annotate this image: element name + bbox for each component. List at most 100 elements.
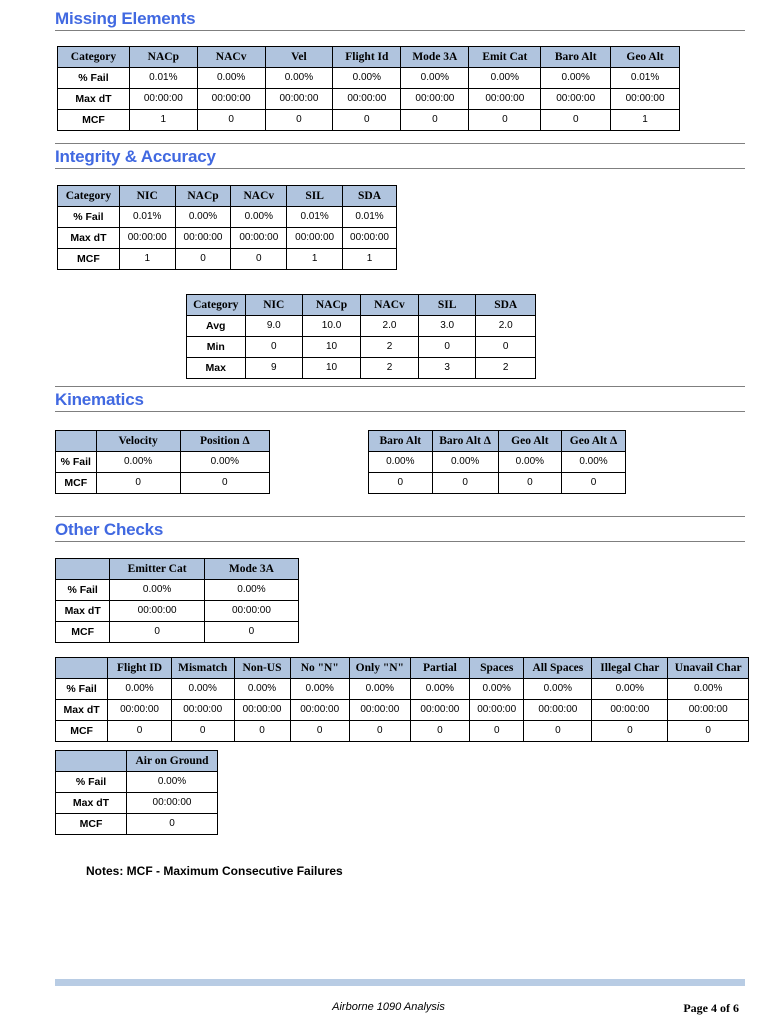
column-header: Non-US [233, 657, 291, 679]
data-cell: 0.00% [196, 67, 266, 89]
data-cell: 0 [109, 621, 205, 643]
data-cell: 0 [244, 336, 304, 358]
data-cell: 0.01% [118, 206, 176, 228]
data-cell: 00:00:00 [332, 88, 402, 110]
table-row: Max 9 10 2 3 2 [186, 357, 536, 379]
data-cell: 00:00:00 [523, 699, 593, 721]
data-cell: 0 [431, 472, 499, 494]
data-cell: 0.00% [109, 579, 205, 601]
data-cell: 1 [128, 109, 198, 131]
section-missing-elements: Missing Elements [55, 6, 745, 31]
data-cell: 0 [174, 248, 232, 270]
table-kinematics-altitude: Baro Alt Baro Alt Δ Geo Alt Geo Alt Δ 0.00% 0… [368, 430, 626, 494]
row-header-cell: Avg [186, 315, 246, 337]
data-cell: 0 [667, 720, 749, 742]
section-rule [55, 411, 745, 412]
data-cell: 00:00:00 [342, 227, 397, 249]
data-cell: 0.00% [264, 67, 334, 89]
column-header: Flight ID [107, 657, 172, 679]
data-cell: 0.00% [431, 451, 499, 473]
data-cell: 0 [540, 109, 612, 131]
data-cell: 00:00:00 [286, 227, 344, 249]
data-cell: 0.00% [368, 451, 433, 473]
column-header: Geo Alt [610, 46, 680, 68]
data-cell: 0.00% [497, 451, 563, 473]
section-title-other-checks: Other Checks [55, 520, 164, 539]
table-integrity-fail: Category NIC NACp NACv SIL SDA% Fail 0.01% 0.00… [57, 185, 397, 270]
table-row: MCF 0 0 [54, 621, 300, 643]
data-cell: 0.00% [561, 451, 626, 473]
column-header: Unavail Char [667, 657, 749, 679]
section-kinematics: Kinematics [55, 386, 745, 412]
column-header: Baro Alt Δ [431, 430, 499, 452]
row-header-cell: MCF [54, 720, 109, 742]
data-cell: 00:00:00 [174, 227, 232, 249]
data-cell: 0 [591, 720, 669, 742]
data-cell: 0 [469, 720, 525, 742]
data-cell: 00:00:00 [348, 699, 411, 721]
column-header: Only "N" [348, 657, 411, 679]
section-rule [55, 541, 745, 542]
table-header-row: Flight ID Mismatch Non-US No "N" Only "N" Par… [54, 657, 749, 679]
table-row: Max dT 00:00:00 00:00:00 00:00:00 00:00:00 00… [57, 88, 680, 110]
column-header: Mode 3A [203, 558, 300, 580]
table-row: MCF 1 0 0 0 0 0 0 1 [57, 109, 680, 131]
column-header: Emitter Cat [109, 558, 205, 580]
data-cell: 0 [332, 109, 402, 131]
column-header-blank [55, 430, 97, 452]
data-cell: 9.0 [244, 315, 304, 337]
row-header-cell: % Fail [55, 771, 127, 793]
data-cell: 0.00% [400, 67, 470, 89]
data-cell: 3 [417, 357, 477, 379]
table-row: Max dT 00:00:00 00:00:00 00:00:00 00:00:00 00… [54, 699, 749, 721]
data-cell: 0.00% [203, 579, 300, 601]
section-title-integrity-accuracy: Integrity & Accuracy [55, 147, 216, 166]
column-header: Geo Alt [497, 430, 563, 452]
data-cell: 0.01% [610, 67, 680, 89]
column-header: Spaces [469, 657, 525, 679]
data-cell: 10.0 [302, 315, 362, 337]
footer-page-number: Page 4 of 6 [683, 1001, 739, 1015]
data-cell: 1 [286, 248, 344, 270]
column-header: Emit Cat [468, 46, 542, 68]
column-header: NACv [360, 294, 419, 316]
row-header-cell: Max [186, 357, 246, 379]
column-header: NACv [230, 185, 288, 207]
table-other-emitter-mode: Emitter Cat Mode 3A% Fail 0.00% 0.00% Max dT… [54, 558, 300, 643]
column-header-blank [55, 750, 127, 772]
column-header: Geo Alt Δ [561, 430, 626, 452]
table-row: % Fail 0.01% 0.00% 0.00% 0.00% 0.00% 0.00% 0.00… [57, 67, 680, 89]
data-cell: 0.00% [469, 678, 525, 700]
data-cell: 3.0 [417, 315, 477, 337]
column-header: SIL [417, 294, 477, 316]
data-cell: 00:00:00 [118, 227, 176, 249]
table-row: MCF 0 0 0 0 0 0 0 0 0 0 [54, 720, 749, 742]
column-header: Category [57, 46, 130, 68]
data-cell: 0 [264, 109, 334, 131]
data-cell: 00:00:00 [203, 600, 300, 622]
data-cell: 1 [342, 248, 397, 270]
column-header: Category [57, 185, 120, 207]
column-header-blank [54, 558, 111, 580]
table-row: % Fail 0.00% 0.00% [54, 579, 300, 601]
section-other-checks: Other Checks [55, 516, 745, 542]
table-header-row: Emitter Cat Mode 3A [54, 558, 300, 580]
column-header: Baro Alt [540, 46, 612, 68]
row-header-cell: % Fail [57, 67, 130, 89]
data-cell: 0.00% [230, 206, 288, 228]
column-header: SDA [475, 294, 536, 316]
table-row: 0000 [368, 472, 626, 494]
table-row: Max dT 00:00:00 [55, 792, 218, 814]
row-header-cell: Max dT [57, 227, 120, 249]
data-cell: 0.00% [409, 678, 471, 700]
table-header-row: Category NACp NACv Vel Flight Id Mode 3A Emit … [57, 46, 680, 68]
data-cell: 00:00:00 [540, 88, 612, 110]
data-cell: 0.00% [289, 678, 350, 700]
data-cell: 0.00% [107, 678, 172, 700]
column-header: Category [186, 294, 246, 316]
data-cell: 0 [233, 720, 291, 742]
data-cell: 00:00:00 [468, 88, 542, 110]
data-cell: 1 [118, 248, 176, 270]
row-header-cell: Max dT [55, 792, 127, 814]
column-header: Baro Alt [368, 430, 433, 452]
